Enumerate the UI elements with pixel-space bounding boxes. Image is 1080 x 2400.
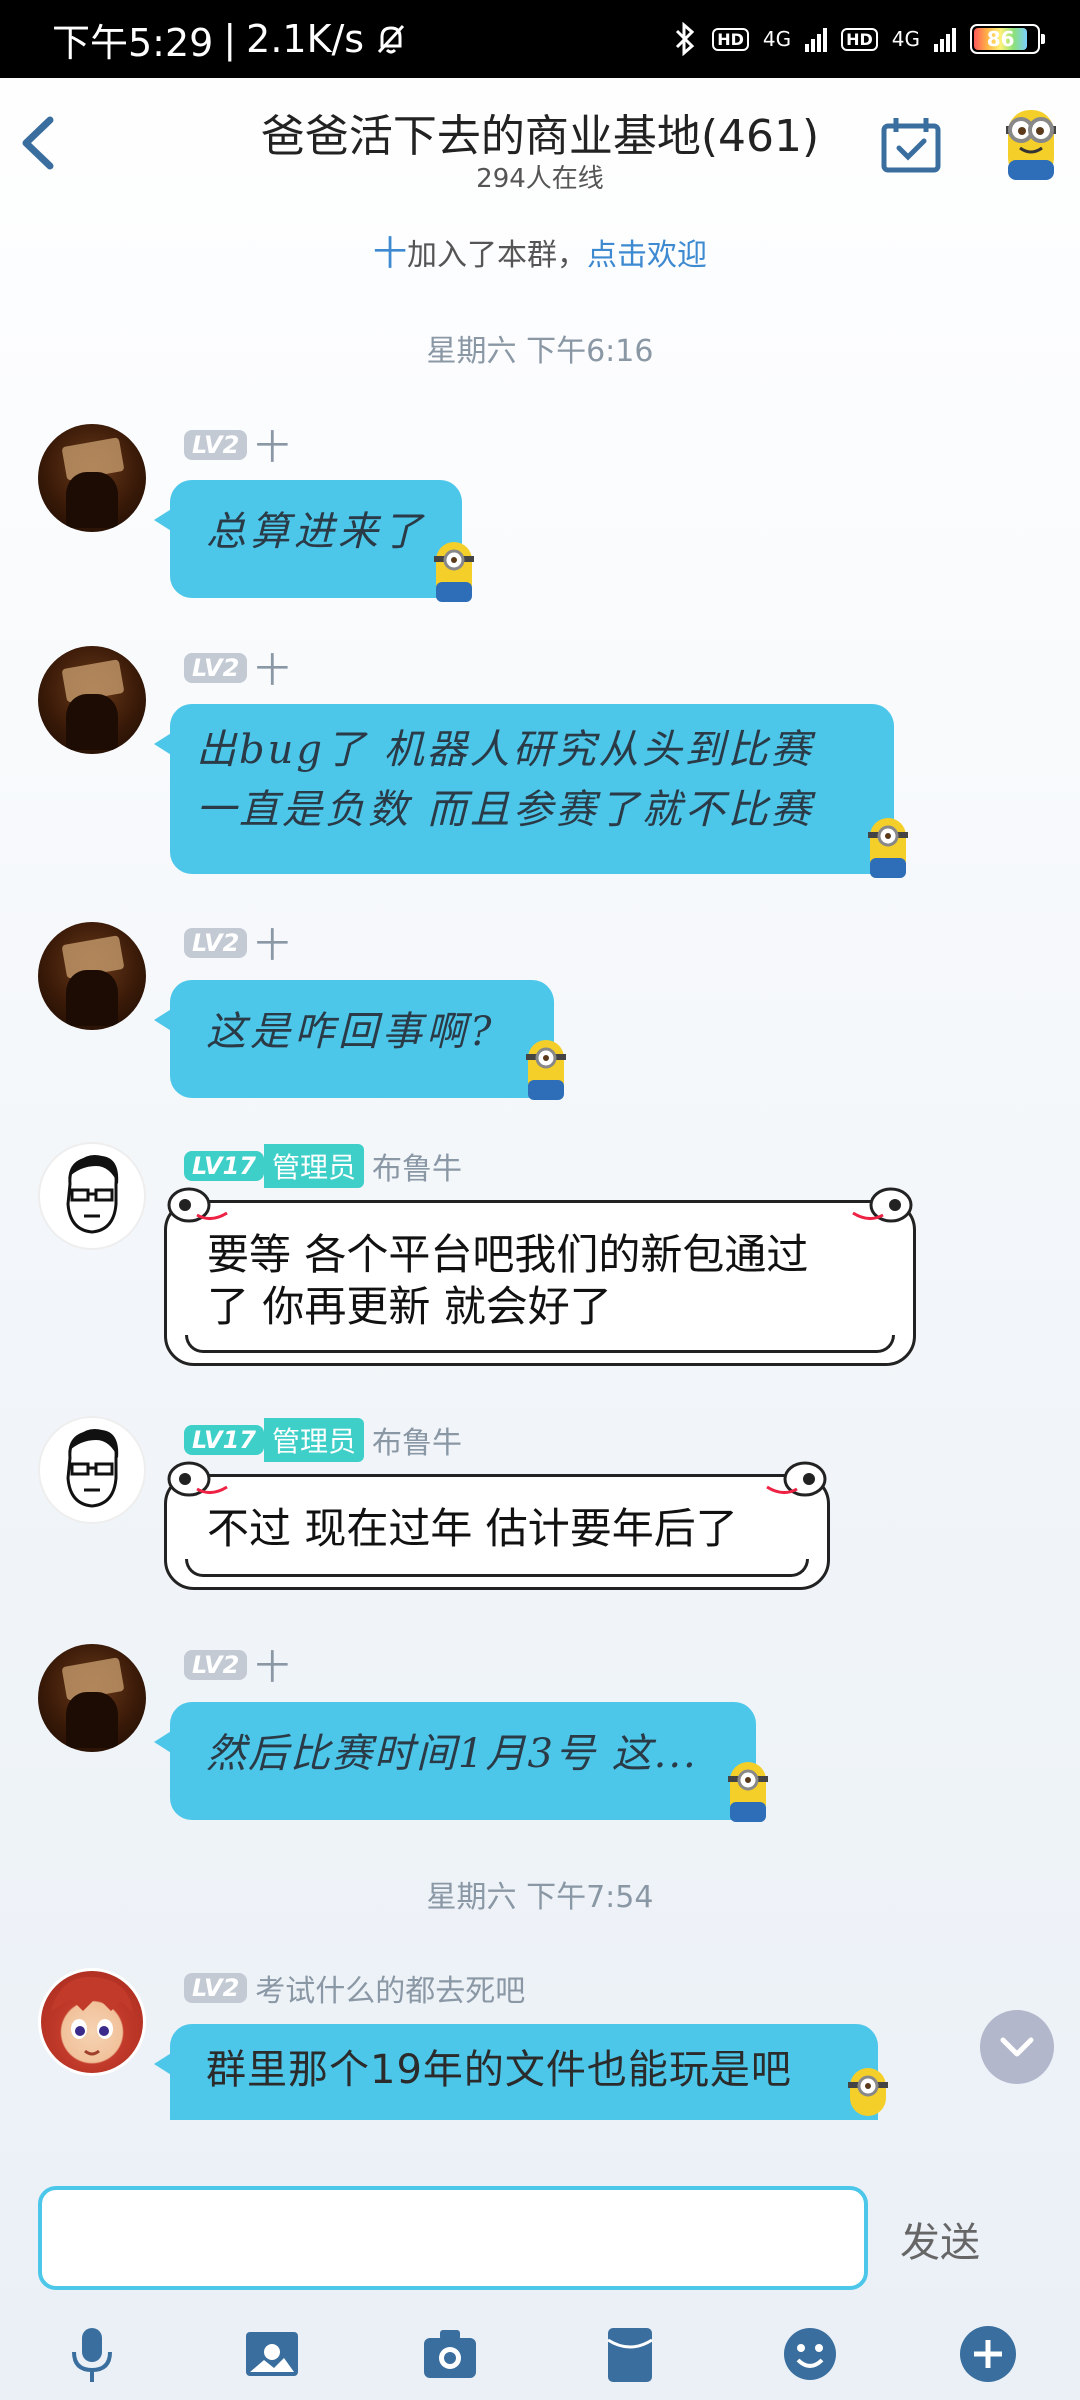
sender-name[interactable]: 十 bbox=[255, 420, 289, 469]
message-text: 群里那个19年的文件也能玩是吧 bbox=[206, 2047, 792, 2093]
mute-bell-icon bbox=[378, 24, 405, 54]
sender-name[interactable]: 考试什么的都去死吧 bbox=[255, 1966, 525, 2010]
sender-name[interactable]: 十 bbox=[255, 918, 289, 967]
status-time: 下午5:29 bbox=[52, 20, 214, 65]
chat-header: 爸爸活下去的商业基地(461) 294人在线 bbox=[0, 78, 1080, 208]
message-meta: LV17 管理员 布鲁牛 bbox=[184, 1418, 462, 1462]
cartoon-eyes-icon bbox=[766, 1461, 827, 1497]
message-input-box[interactable] bbox=[38, 2186, 868, 2290]
timestamp: 星期六 下午7:54 bbox=[426, 1880, 654, 1915]
anime-avatar-icon bbox=[51, 1976, 133, 2056]
sketch-face-icon bbox=[66, 1154, 119, 1234]
red-packet-icon[interactable] bbox=[598, 2322, 662, 2386]
join-notice: 十加入了本群，点击欢迎 bbox=[0, 226, 1080, 275]
network-speed: 2.1K/s bbox=[246, 17, 365, 61]
sender-name[interactable]: 布鲁牛 bbox=[372, 1144, 462, 1188]
welcome-link[interactable]: 点击欢迎 bbox=[587, 238, 707, 273]
message-text-line-2: 了 你再更新 就会好了 bbox=[207, 1282, 612, 1331]
minion-sticker-icon bbox=[868, 818, 908, 878]
status-left: 下午5:29 | 2.1K/s bbox=[52, 12, 408, 67]
message-bubble[interactable]: 不过 现在过年 估计要年后了 bbox=[164, 1461, 830, 1590]
microphone-icon[interactable] bbox=[60, 2322, 124, 2386]
message-text-line-1: 出bug了 机器人研究从头到比赛 bbox=[196, 727, 814, 773]
chevron-down-icon bbox=[1000, 2037, 1034, 2057]
admin-badge: 管理员 bbox=[263, 1418, 364, 1462]
avatar[interactable] bbox=[38, 646, 146, 754]
level-badge: LV2 bbox=[184, 927, 248, 958]
bluetooth-icon bbox=[676, 22, 695, 56]
join-user-name: 十 bbox=[373, 234, 407, 274]
level-badge: LV2 bbox=[184, 652, 248, 683]
message-input[interactable] bbox=[42, 2190, 864, 2286]
status-right: HD 4G HD 4G 86 bbox=[672, 22, 1045, 56]
status-bar: 下午5:29 | 2.1K/s HD 4G HD 4G 86 bbox=[0, 0, 1080, 78]
network-type-1: 4G bbox=[762, 27, 792, 51]
message-meta: LV2 十 bbox=[184, 420, 289, 469]
battery-level: 86 bbox=[974, 28, 1028, 50]
cartoon-eyes-icon bbox=[852, 1187, 913, 1223]
avatar[interactable] bbox=[38, 1142, 146, 1250]
message-meta: LV2 考试什么的都去死吧 bbox=[184, 1966, 525, 2010]
message-bubble[interactable]: 这是咋回事啊? bbox=[154, 980, 554, 1098]
message-meta: LV2 十 bbox=[184, 1640, 289, 1689]
message-text-line-2: 一直是负数 而且参赛了就不比赛 bbox=[196, 787, 814, 833]
admin-badge: 管理员 bbox=[263, 1144, 364, 1188]
minion-sticker-icon bbox=[434, 542, 474, 602]
minion-sticker-icon bbox=[728, 1762, 768, 1822]
avatar[interactable] bbox=[38, 424, 146, 532]
message-text: 这是咋回事啊? bbox=[206, 1009, 496, 1055]
signal-icon-1 bbox=[805, 26, 828, 52]
calendar-check-icon bbox=[881, 118, 941, 173]
message-text-line-1: 要等 各个平台吧我们的新包通过 bbox=[207, 1230, 809, 1279]
emoji-icon[interactable] bbox=[778, 2322, 842, 2386]
avatar[interactable] bbox=[38, 1644, 146, 1752]
bubble-frame-decoration bbox=[185, 1559, 809, 1577]
message-meta: LV2 十 bbox=[184, 918, 289, 967]
level-badge: LV2 bbox=[184, 1973, 248, 2003]
cartoon-eyes-icon bbox=[167, 1461, 228, 1497]
message-text: 不过 现在过年 估计要年后了 bbox=[207, 1504, 738, 1553]
image-icon[interactable] bbox=[240, 2322, 304, 2386]
bubble-frame-decoration bbox=[185, 1335, 895, 1353]
message-text: 总算进来了 bbox=[206, 509, 426, 555]
avatar[interactable] bbox=[38, 1416, 146, 1524]
level-badge: LV2 bbox=[184, 429, 248, 460]
message-meta: LV2 十 bbox=[184, 643, 289, 692]
minion-avatar-icon bbox=[1006, 110, 1056, 180]
signal-icon-2 bbox=[934, 26, 956, 52]
minion-sticker-icon bbox=[526, 1040, 566, 1100]
group-avatar-button[interactable] bbox=[996, 104, 1066, 184]
sender-name[interactable]: 布鲁牛 bbox=[372, 1418, 462, 1462]
message-bubble[interactable]: 要等 各个平台吧我们的新包通过 了 你再更新 就会好了 bbox=[164, 1187, 916, 1366]
battery-icon: 86 bbox=[970, 24, 1045, 54]
sender-name[interactable]: 十 bbox=[255, 643, 289, 692]
sender-name[interactable]: 十 bbox=[255, 1640, 289, 1689]
level-badge: LV17 bbox=[184, 1151, 264, 1181]
avatar[interactable] bbox=[38, 1968, 146, 2076]
message-bubble[interactable]: 总算进来了 bbox=[154, 480, 462, 598]
timestamp: 星期六 下午6:16 bbox=[426, 334, 654, 369]
avatar[interactable] bbox=[38, 922, 146, 1030]
join-text: 加入了本群， bbox=[407, 238, 587, 273]
message-text: 然后比赛时间1月3号 这... bbox=[206, 1731, 698, 1777]
hd-badge-1: HD bbox=[712, 27, 749, 51]
message-bubble[interactable]: 群里那个19年的文件也能玩是吧 bbox=[154, 2024, 878, 2120]
hd-badge-2: HD bbox=[841, 27, 878, 51]
status-separator: | bbox=[223, 17, 237, 61]
calendar-button[interactable] bbox=[880, 116, 942, 174]
plus-icon[interactable] bbox=[956, 2322, 1020, 2386]
level-badge: LV17 bbox=[184, 1425, 264, 1455]
sketch-face-icon bbox=[66, 1428, 119, 1508]
camera-icon[interactable] bbox=[418, 2322, 482, 2386]
message-meta: LV17 管理员 布鲁牛 bbox=[184, 1144, 462, 1188]
minion-sticker-icon bbox=[848, 2068, 888, 2116]
scroll-to-bottom-button[interactable] bbox=[980, 2010, 1054, 2084]
level-badge: LV2 bbox=[184, 1649, 248, 1680]
cartoon-eyes-icon bbox=[167, 1187, 228, 1223]
send-button[interactable]: 发送 bbox=[900, 2210, 980, 2268]
input-toolbar bbox=[0, 2300, 1080, 2400]
message-bubble[interactable]: 然后比赛时间1月3号 这... bbox=[154, 1702, 756, 1820]
message-bubble[interactable]: 出bug了 机器人研究从头到比赛 一直是负数 而且参赛了就不比赛 bbox=[154, 704, 894, 874]
network-type-2: 4G bbox=[891, 27, 920, 51]
